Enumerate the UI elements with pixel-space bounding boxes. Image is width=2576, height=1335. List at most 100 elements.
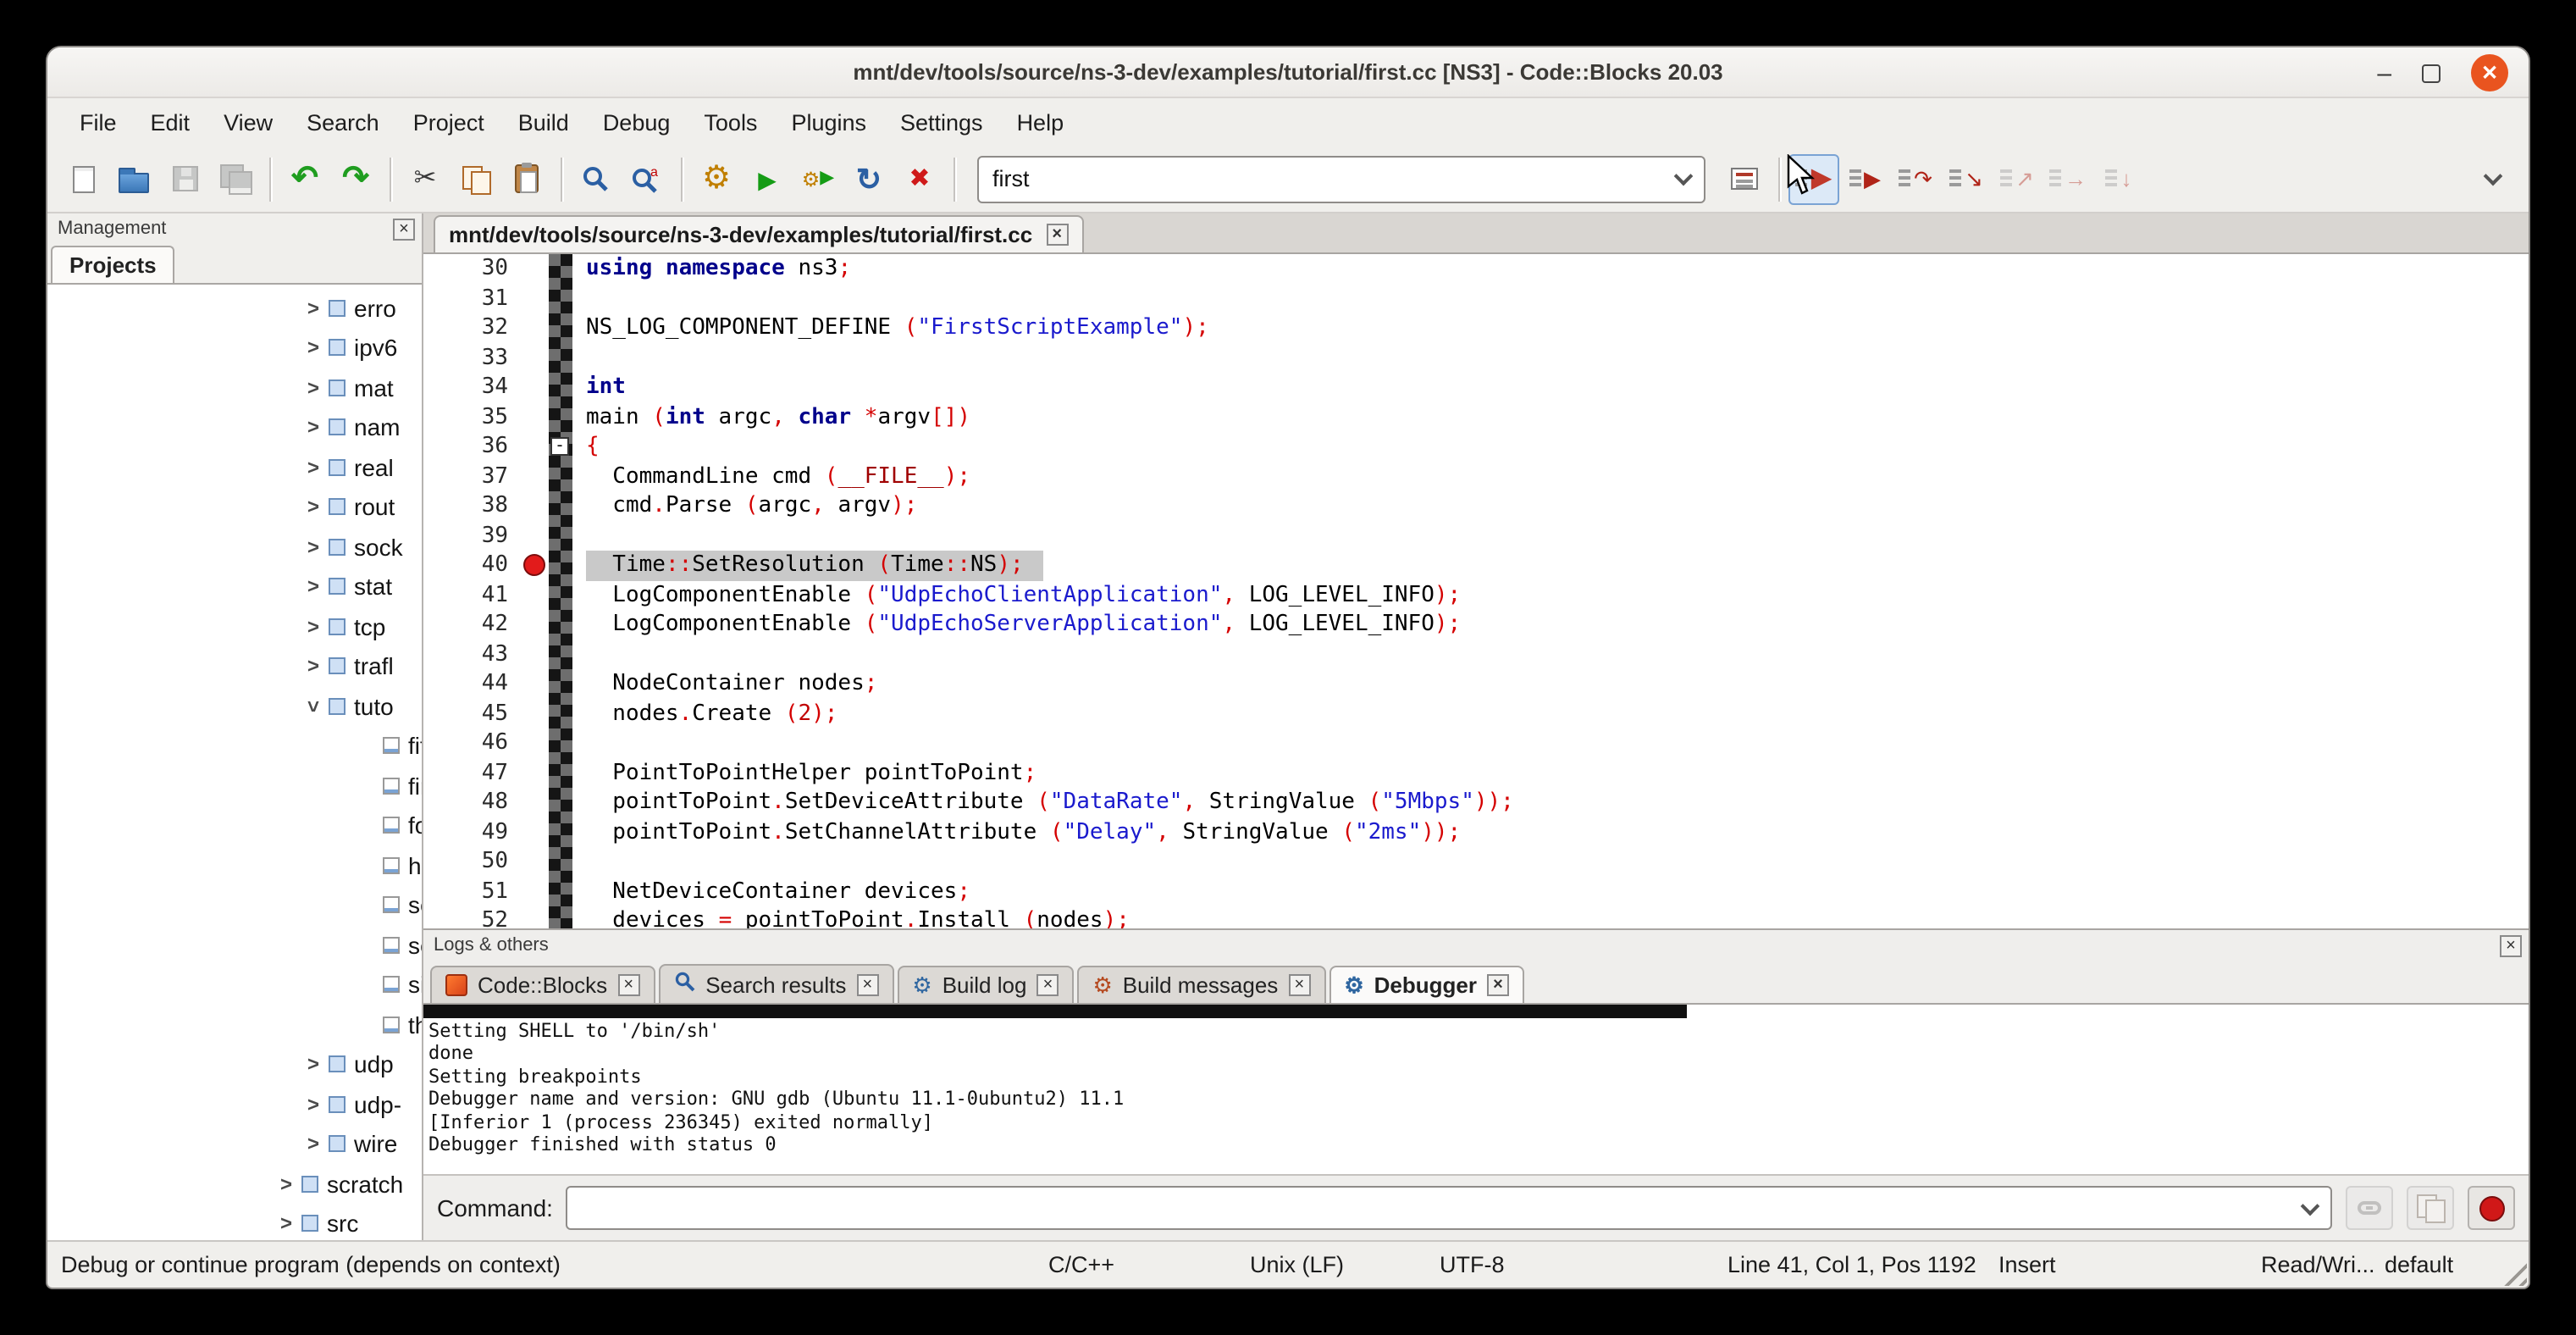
breakpoint-margin[interactable] <box>522 432 549 462</box>
code-line-46[interactable]: 46 <box>423 728 2529 758</box>
code-line-37[interactable]: 37 CommandLine cmd (__FILE__); <box>423 462 2529 491</box>
fold-column[interactable] <box>549 877 572 906</box>
breakpoint-margin[interactable] <box>522 551 549 580</box>
code-line-36[interactable]: 36-{ <box>423 432 2529 462</box>
code-line-51[interactable]: 51 NetDeviceContainer devices; <box>423 877 2529 906</box>
tree-item-tcp[interactable]: >tcp <box>47 607 422 646</box>
toolbar-overflow-button[interactable] <box>2468 153 2518 204</box>
fold-column[interactable] <box>549 847 572 877</box>
project-tree[interactable]: >erro>ipv6>mat>nam>real>rout>sock>stat>t… <box>47 285 422 1240</box>
close-log-tab-button[interactable]: × <box>1288 974 1310 996</box>
line-number[interactable]: 31 <box>423 284 522 313</box>
line-number[interactable]: 46 <box>423 728 522 758</box>
breakpoint-margin[interactable] <box>522 699 549 728</box>
code-line-35[interactable]: 35main (int argc, char *argv[]) <box>423 402 2529 432</box>
close-log-tab-button[interactable]: × <box>617 974 639 996</box>
tree-item-ipv6[interactable]: >ipv6 <box>47 328 422 368</box>
code-line-52[interactable]: 52 devices = pointToPoint.Install (nodes… <box>423 906 2529 928</box>
chevron-down-icon[interactable] <box>2301 1196 2320 1216</box>
tree-item-fo[interactable]: fo <box>47 806 422 845</box>
line-number[interactable]: 47 <box>423 758 522 788</box>
step-into-button[interactable]: ↘ <box>1941 153 1992 204</box>
line-number[interactable]: 34 <box>423 373 522 402</box>
line-number[interactable]: 51 <box>423 877 522 906</box>
line-number[interactable]: 32 <box>423 313 522 343</box>
log-tab-search-results[interactable]: Search results× <box>658 964 893 1003</box>
build-button[interactable]: ⚙ <box>691 153 742 204</box>
titlebar[interactable]: mnt/dev/tools/source/ns-3-dev/examples/t… <box>47 47 2529 98</box>
breakpoint-margin[interactable] <box>522 788 549 817</box>
find-button[interactable] <box>571 153 622 204</box>
new-file-button[interactable] <box>58 153 108 204</box>
maximize-button[interactable] <box>2422 64 2441 82</box>
build-target-input[interactable] <box>992 166 1677 191</box>
minimize-button[interactable]: – <box>2377 60 2391 86</box>
step-into-instruction-button[interactable]: ↓ <box>2093 153 2144 204</box>
line-number[interactable]: 43 <box>423 640 522 669</box>
selected-log-line[interactable] <box>423 1005 1687 1018</box>
log-tab-build-messages[interactable]: ⚙Build messages× <box>1077 966 1325 1003</box>
breakpoint-marker[interactable] <box>523 554 545 576</box>
code-line-33[interactable]: 33 <box>423 343 2529 373</box>
fold-column[interactable] <box>549 551 572 580</box>
tree-item-th[interactable]: th <box>47 1005 422 1044</box>
tree-item-se[interactable]: se <box>47 925 422 965</box>
build-target-combo[interactable] <box>977 155 1705 202</box>
line-number[interactable]: 41 <box>423 580 522 610</box>
tree-item-tuto[interactable]: >tuto <box>47 686 422 726</box>
debug-continue-button[interactable]: ▶ <box>1788 153 1839 204</box>
code-line-32[interactable]: 32NS_LOG_COMPONENT_DEFINE ("FirstScriptE… <box>423 313 2529 343</box>
editor-tab[interactable]: mnt/dev/tools/source/ns-3-dev/examples/t… <box>434 215 1083 252</box>
breakpoint-margin[interactable] <box>522 728 549 758</box>
step-out-button[interactable]: ↗ <box>1992 153 2043 204</box>
menu-project[interactable]: Project <box>398 102 500 141</box>
line-number[interactable]: 33 <box>423 343 522 373</box>
breakpoint-margin[interactable] <box>522 373 549 402</box>
tree-item-fir[interactable]: fir <box>47 766 422 806</box>
tree-item-scratch[interactable]: >scratch <box>47 1164 422 1204</box>
fold-column[interactable] <box>549 728 572 758</box>
line-number[interactable]: 52 <box>423 906 522 928</box>
tree-item-fif[interactable]: fif <box>47 726 422 766</box>
breakpoint-margin[interactable] <box>522 491 549 521</box>
close-management-button[interactable]: × <box>393 218 415 240</box>
redo-button[interactable]: ↷ <box>330 153 381 204</box>
fold-column[interactable] <box>549 788 572 817</box>
menu-edit[interactable]: Edit <box>135 102 206 141</box>
breakpoint-margin[interactable] <box>522 610 549 640</box>
fold-open-icon[interactable]: - <box>550 437 569 456</box>
tree-item-mat[interactable]: >mat <box>47 368 422 407</box>
line-number[interactable]: 48 <box>423 788 522 817</box>
build-and-run-button[interactable]: ⚙▶ <box>793 153 843 204</box>
attach-button[interactable] <box>2346 1186 2393 1230</box>
tree-item-rout[interactable]: >rout <box>47 487 422 527</box>
open-file-button[interactable] <box>108 153 159 204</box>
breakpoint-margin[interactable] <box>522 817 549 847</box>
tree-item-sock[interactable]: >sock <box>47 527 422 567</box>
fold-column[interactable] <box>549 343 572 373</box>
fold-column[interactable] <box>549 817 572 847</box>
save-all-button[interactable] <box>210 153 261 204</box>
fold-column[interactable] <box>549 640 572 669</box>
line-number[interactable]: 39 <box>423 521 522 551</box>
code-line-34[interactable]: 34int <box>423 373 2529 402</box>
fold-column[interactable] <box>549 758 572 788</box>
tree-item-erro[interactable]: >erro <box>47 288 422 328</box>
abort-build-button[interactable]: ✖ <box>894 153 945 204</box>
fold-column[interactable] <box>549 284 572 313</box>
line-number[interactable]: 44 <box>423 669 522 699</box>
fold-column[interactable] <box>549 699 572 728</box>
rebuild-button[interactable]: ↻ <box>843 153 894 204</box>
fold-column[interactable] <box>549 313 572 343</box>
tree-item-he[interactable]: he <box>47 845 422 885</box>
breakpoint-margin[interactable] <box>522 669 549 699</box>
tree-item-stat[interactable]: >stat <box>47 567 422 607</box>
close-tab-button[interactable]: × <box>1046 224 1068 246</box>
menu-search[interactable]: Search <box>291 102 395 141</box>
tree-item-udp[interactable]: >udp- <box>47 1084 422 1124</box>
line-number[interactable]: 50 <box>423 847 522 877</box>
command-combo[interactable] <box>567 1186 2332 1230</box>
paste-button[interactable] <box>501 153 552 204</box>
tree-item-se[interactable]: se <box>47 885 422 925</box>
menu-view[interactable]: View <box>208 102 288 141</box>
